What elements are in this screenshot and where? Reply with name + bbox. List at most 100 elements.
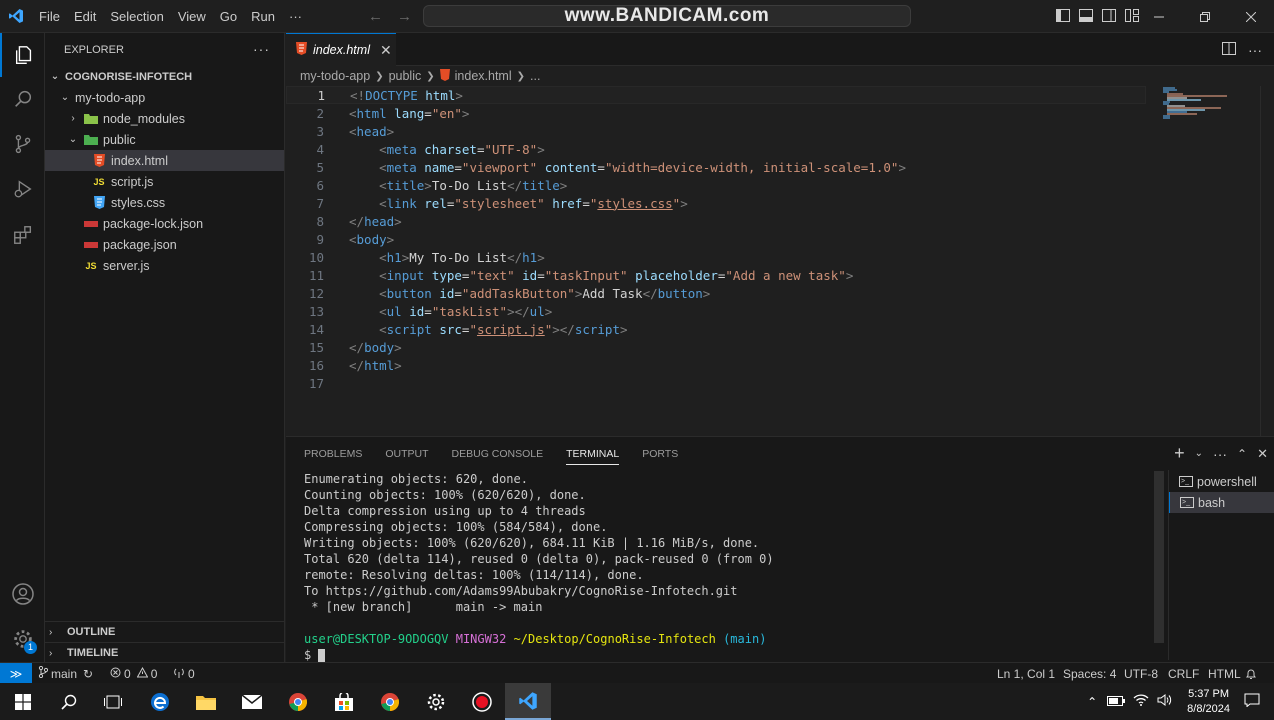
sync-icon[interactable]: ↻ bbox=[83, 667, 93, 681]
microsoft-store-icon[interactable] bbox=[321, 683, 367, 720]
terminal-session-bash[interactable]: >_ bash bbox=[1169, 492, 1274, 513]
tree-item-label: server.js bbox=[103, 258, 150, 273]
toggle-panel-icon[interactable] bbox=[1079, 8, 1093, 25]
tree-item-node-modules[interactable]: › node_modules bbox=[45, 108, 284, 129]
terminal-input-line[interactable]: $ bbox=[304, 647, 326, 663]
tree-item-public[interactable]: ⌄ public bbox=[45, 129, 284, 150]
terminal[interactable]: Enumerating objects: 620, done. Counting… bbox=[304, 471, 1154, 663]
tree-item-package-lock-json[interactable]: package-lock.json bbox=[45, 213, 284, 234]
volume-icon[interactable] bbox=[1157, 694, 1173, 709]
taskbar-clock[interactable]: 5:37 PM 8/8/2024 bbox=[1187, 687, 1230, 717]
tree-item-index-html[interactable]: index.html bbox=[45, 150, 284, 171]
editor-scrollbar[interactable] bbox=[1260, 86, 1274, 436]
wifi-icon[interactable] bbox=[1133, 694, 1149, 709]
edge-browser-icon[interactable] bbox=[137, 683, 183, 720]
restore-icon[interactable] bbox=[1182, 0, 1228, 33]
problems-indicator[interactable]: 0 0 bbox=[110, 663, 157, 684]
prompt-path: ~/Desktop/CognoRise-Infotech bbox=[513, 632, 716, 646]
maximize-panel-icon[interactable]: ⌃ bbox=[1237, 447, 1247, 461]
explorer-more-icon[interactable]: ··· bbox=[253, 41, 270, 57]
close-tab-icon[interactable]: ✕ bbox=[380, 42, 392, 59]
extensions-icon[interactable] bbox=[0, 213, 45, 257]
warning-count: 0 bbox=[150, 666, 158, 681]
source-control-icon[interactable] bbox=[0, 122, 45, 166]
mail-icon[interactable] bbox=[229, 683, 275, 720]
show-hidden-icons-icon[interactable]: ⌃ bbox=[1087, 695, 1097, 709]
indentation[interactable]: Spaces: 4 bbox=[1063, 663, 1116, 684]
chevron-down-icon[interactable]: ⌄ bbox=[1195, 448, 1203, 459]
menu-edit[interactable]: Edit bbox=[67, 0, 103, 33]
explorer-icon[interactable] bbox=[0, 33, 45, 77]
remote-indicator-icon[interactable]: ≫ bbox=[0, 663, 32, 684]
tab-problems[interactable]: PROBLEMS bbox=[304, 448, 362, 460]
line-number: 12 bbox=[308, 285, 324, 301]
vscode-taskbar-icon[interactable] bbox=[505, 683, 551, 720]
toggle-primary-sidebar-icon[interactable] bbox=[1056, 8, 1070, 25]
close-window-icon[interactable] bbox=[1228, 0, 1274, 33]
search-icon[interactable] bbox=[0, 77, 45, 121]
branch-indicator[interactable]: main ↻ bbox=[38, 663, 93, 684]
outline-label: OUTLINE bbox=[67, 626, 116, 638]
task-view-icon[interactable] bbox=[90, 683, 136, 720]
breadcrumb-symbol[interactable]: ... bbox=[530, 69, 540, 83]
chrome-icon[interactable] bbox=[367, 683, 413, 720]
notifications-icon[interactable] bbox=[1244, 693, 1260, 710]
split-editor-icon[interactable] bbox=[1222, 41, 1236, 58]
bandicam-record-icon[interactable] bbox=[459, 683, 505, 720]
menu-run[interactable]: Run bbox=[244, 0, 282, 33]
minimize-icon[interactable] bbox=[1136, 0, 1182, 33]
menu-view[interactable]: View bbox=[171, 0, 213, 33]
menu-more[interactable]: ··· bbox=[282, 0, 309, 33]
encoding[interactable]: UTF-8 bbox=[1124, 663, 1158, 684]
timeline-section[interactable]: › TIMELINE bbox=[45, 642, 284, 663]
settings-gear-icon[interactable] bbox=[413, 683, 459, 720]
more-actions-icon[interactable]: ··· bbox=[1213, 446, 1227, 462]
terminal-line: * [new branch] main -> main bbox=[304, 600, 543, 614]
ports-indicator[interactable]: 0 bbox=[173, 663, 195, 684]
settings-gear-icon[interactable]: 1 bbox=[0, 617, 45, 661]
breadcrumb-file[interactable]: index.html bbox=[455, 69, 512, 83]
tab-title: index.html bbox=[313, 43, 370, 57]
cursor-position[interactable]: Ln 1, Col 1 bbox=[997, 663, 1055, 684]
menu-go[interactable]: Go bbox=[213, 0, 244, 33]
scrollbar-thumb[interactable] bbox=[1154, 471, 1164, 643]
end-of-line[interactable]: CRLF bbox=[1168, 663, 1199, 684]
run-debug-icon[interactable] bbox=[0, 167, 45, 211]
windows-start-icon[interactable] bbox=[0, 683, 46, 720]
menu-file[interactable]: File bbox=[32, 0, 67, 33]
terminal-line: remote: Resolving deltas: 100% (114/114)… bbox=[304, 568, 644, 582]
language-mode[interactable]: HTML bbox=[1208, 663, 1241, 684]
more-actions-icon[interactable]: ··· bbox=[1248, 42, 1262, 58]
tree-item-styles-css[interactable]: styles.css bbox=[45, 192, 284, 213]
back-arrow-icon[interactable]: ← bbox=[368, 8, 383, 25]
taskbar-search-icon[interactable] bbox=[46, 683, 92, 720]
tab-index-html[interactable]: index.html ✕ bbox=[286, 33, 396, 66]
accounts-icon[interactable] bbox=[0, 572, 45, 616]
file-explorer-icon[interactable] bbox=[183, 683, 229, 720]
battery-icon[interactable] bbox=[1107, 695, 1126, 709]
tab-ports[interactable]: PORTS bbox=[642, 448, 678, 460]
outline-section[interactable]: › OUTLINE bbox=[45, 621, 284, 642]
chrome-icon[interactable] bbox=[275, 683, 321, 720]
tab-output[interactable]: OUTPUT bbox=[385, 448, 428, 460]
command-center[interactable]: www.BANDICAM.com bbox=[423, 5, 911, 27]
terminal-session-powershell[interactable]: >_ powershell bbox=[1169, 471, 1274, 492]
minimap[interactable] bbox=[1161, 86, 1246, 126]
menu-selection[interactable]: Selection bbox=[103, 0, 170, 33]
toggle-secondary-sidebar-icon[interactable] bbox=[1102, 8, 1116, 25]
tab-debug-console[interactable]: DEBUG CONSOLE bbox=[452, 448, 544, 460]
tab-terminal[interactable]: TERMINAL bbox=[566, 448, 620, 465]
code-editor[interactable]: 1 <!DOCTYPE html> 2 <html lang="en"> 3 <hea… bbox=[286, 86, 1274, 436]
notifications-bell-icon[interactable] bbox=[1245, 663, 1257, 684]
tree-item-script-js[interactable]: JS script.js bbox=[45, 171, 284, 192]
close-panel-icon[interactable]: ✕ bbox=[1257, 446, 1268, 462]
tree-item-package-json[interactable]: package.json bbox=[45, 234, 284, 255]
breadcrumb-folder[interactable]: public bbox=[389, 69, 422, 83]
tree-item-my-todo-app[interactable]: ⌄ my-todo-app bbox=[45, 87, 284, 108]
tree-item-server-js[interactable]: JS server.js bbox=[45, 255, 284, 276]
breadcrumb-folder[interactable]: my-todo-app bbox=[300, 69, 370, 83]
new-terminal-icon[interactable]: + bbox=[1174, 443, 1185, 464]
terminal-scrollbar[interactable] bbox=[1154, 471, 1164, 661]
workspace-root[interactable]: ⌄ COGNORISE-INFOTECH bbox=[45, 66, 284, 87]
forward-arrow-icon[interactable]: → bbox=[397, 8, 412, 25]
